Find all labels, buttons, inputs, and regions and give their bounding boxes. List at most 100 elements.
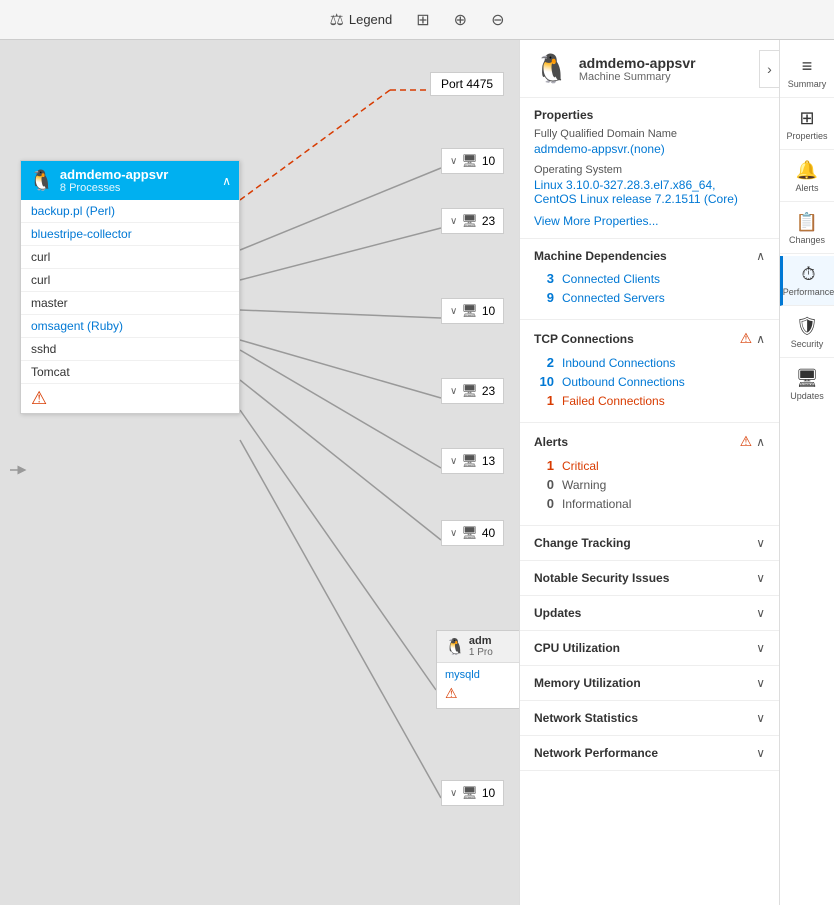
remote-node-2[interactable]: ∨ 🖥 23: [441, 208, 504, 234]
tcp-title: TCP Connections: [534, 332, 634, 346]
grid-button[interactable]: ⊞: [416, 10, 429, 30]
properties-title: Properties: [534, 108, 765, 122]
alert-circle-icon: ⚠: [740, 330, 753, 347]
tcp-connections-section: TCP Connections ⚠ ∧ 2 Inbound Connection…: [520, 320, 779, 423]
critical-row: 1 Critical: [534, 458, 765, 473]
process-item[interactable]: Tomcat: [21, 361, 239, 384]
critical-label[interactable]: Critical: [562, 459, 599, 473]
fqdn-label: Fully Qualified Domain Name: [534, 128, 765, 140]
section-header-cpu-util[interactable]: CPU Utilization ∨: [534, 641, 765, 655]
alerts-header[interactable]: Alerts ⚠ ∧: [534, 433, 765, 450]
section-header-network-perf[interactable]: Network Performance ∨: [534, 746, 765, 760]
zoom-in-button[interactable]: ⊕: [454, 10, 467, 30]
chevron-down-icon: ∨: [756, 571, 765, 585]
alerts-section: Alerts ⚠ ∧ 1 Critical 0 Warning 0 Inform…: [520, 423, 779, 526]
dep-row-clients: 3 Connected Clients: [534, 271, 765, 286]
properties-icon: ⊞: [799, 108, 814, 129]
outbound-label[interactable]: Outbound Connections: [562, 375, 685, 389]
sidebar-item-updates[interactable]: 🖥 Updates: [780, 360, 834, 409]
process-item[interactable]: curl: [21, 246, 239, 269]
alerts-icon: 🔔: [796, 160, 818, 181]
sidebar-item-security[interactable]: 🛡 Security: [780, 308, 834, 358]
chevron-down-icon: ∨: [450, 386, 457, 397]
section-header-notable-security[interactable]: Notable Security Issues ∨: [534, 571, 765, 585]
outbound-count: 10: [534, 374, 554, 389]
section-header-memory-util[interactable]: Memory Utilization ∨: [534, 676, 765, 690]
remote-node-5[interactable]: ∨ 🖥 13: [441, 448, 504, 474]
monitor-icon: 🖥: [461, 153, 478, 169]
chevron-down-icon: ∨: [450, 216, 457, 227]
warning-label[interactable]: Warning: [562, 478, 606, 492]
section-change-tracking: Change Tracking ∨: [520, 526, 779, 561]
os-label: Operating System: [534, 164, 765, 176]
monitor-icon: 🖥: [461, 785, 478, 801]
zoom-out-button[interactable]: ⊖: [491, 10, 504, 30]
process-item[interactable]: sshd: [21, 338, 239, 361]
process-item[interactable]: master: [21, 292, 239, 315]
sidebar-item-summary[interactable]: ≡ Summary: [780, 48, 834, 98]
changes-icon: 📋: [796, 212, 818, 233]
sidebar-item-properties[interactable]: ⊞ Properties: [780, 100, 834, 150]
info-label[interactable]: Informational: [562, 497, 631, 511]
fqdn-value: admdemo-appsvr.(none): [534, 142, 765, 156]
remote-node-5-label: 13: [482, 454, 495, 468]
monitor-icon: 🖥: [461, 213, 478, 229]
warning-triangle-icon: ⚠: [31, 388, 47, 408]
remote-node-2-label: 23: [482, 214, 495, 228]
summary-label: Summary: [788, 79, 827, 89]
connected-servers-label[interactable]: Connected Servers: [562, 291, 665, 305]
section-title-cpu-util: CPU Utilization: [534, 641, 620, 655]
inbound-label[interactable]: Inbound Connections: [562, 356, 675, 370]
legend-icon: ⚖: [330, 10, 344, 30]
chevron-down-icon: ∨: [756, 676, 765, 690]
failed-label[interactable]: Failed Connections: [562, 394, 665, 408]
section-header-change-tracking[interactable]: Change Tracking ∨: [534, 536, 765, 550]
os-value: Linux 3.10.0-327.28.3.el7.x86_64, CentOS…: [534, 178, 765, 206]
monitor-icon: 🖥: [461, 453, 478, 469]
alerts-body: 1 Critical 0 Warning 0 Informational: [534, 458, 765, 511]
section-notable-security: Notable Security Issues ∨: [520, 561, 779, 596]
connected-clients-label[interactable]: Connected Clients: [562, 272, 660, 286]
warning-row: 0 Warning: [534, 477, 765, 492]
remote-node-3[interactable]: ∨ 🖥 10: [441, 298, 504, 324]
port-node[interactable]: Port 4475: [430, 72, 504, 96]
sidebar-item-performance[interactable]: ⏱ Performance: [780, 256, 834, 306]
right-panel: › 🐧 admdemo-appsvr Machine Summary Prope…: [519, 40, 779, 905]
server-group-node[interactable]: 🐧 adm 1 Pro mysqld ⚠: [436, 630, 519, 709]
server-process[interactable]: mysqld: [445, 667, 519, 683]
main-layout: Port 4475 ∨ 🖥 10 ∨ 🖥 23 ∨ 🖥 10 ∨ 🖥 23 ∨ …: [0, 40, 834, 905]
remote-node-4[interactable]: ∨ 🖥 23: [441, 378, 504, 404]
section-header-network-stats[interactable]: Network Statistics ∨: [534, 711, 765, 725]
security-icon: 🛡: [796, 316, 819, 337]
sidebar-item-alerts[interactable]: 🔔 Alerts: [780, 152, 834, 202]
process-item[interactable]: curl: [21, 269, 239, 292]
remote-node-1[interactable]: ∨ 🖥 10: [441, 148, 504, 174]
server-warning-icon: ⚠: [445, 683, 519, 704]
process-item[interactable]: bluestripe-collector: [21, 223, 239, 246]
monitor-icon: 🖥: [461, 383, 478, 399]
connected-clients-count: 3: [534, 271, 554, 286]
remote-node-6[interactable]: ∨ 🖥 40: [441, 520, 504, 546]
remote-node-7[interactable]: ∨ 🖥 10: [441, 780, 504, 806]
main-node-title: admdemo-appsvr: [60, 167, 168, 182]
main-node-header[interactable]: 🐧 admdemo-appsvr 8 Processes ∧: [21, 161, 239, 200]
process-item[interactable]: backup.pl (Perl): [21, 200, 239, 223]
machine-dependencies-header[interactable]: Machine Dependencies ∧: [534, 249, 765, 263]
toolbar: ⚖ Legend ⊞ ⊕ ⊖: [0, 0, 834, 40]
section-title-change-tracking: Change Tracking: [534, 536, 631, 550]
inbound-row: 2 Inbound Connections: [534, 355, 765, 370]
view-more-link[interactable]: View More Properties...: [534, 214, 765, 228]
sidebar-item-changes[interactable]: 📋 Changes: [780, 204, 834, 254]
panel-header: 🐧 admdemo-appsvr Machine Summary: [520, 40, 779, 98]
section-network-stats: Network Statistics ∨: [520, 701, 779, 736]
panel-nav-button[interactable]: ›: [759, 50, 779, 88]
section-header-updates[interactable]: Updates ∨: [534, 606, 765, 620]
failed-count: 1: [534, 393, 554, 408]
port-label: Port 4475: [441, 77, 493, 91]
process-item[interactable]: omsagent (Ruby): [21, 315, 239, 338]
inbound-count: 2: [534, 355, 554, 370]
tcp-connections-header[interactable]: TCP Connections ⚠ ∧: [534, 330, 765, 347]
failed-row: 1 Failed Connections: [534, 393, 765, 408]
security-label: Security: [791, 339, 824, 349]
legend-button[interactable]: ⚖ Legend: [330, 10, 393, 30]
